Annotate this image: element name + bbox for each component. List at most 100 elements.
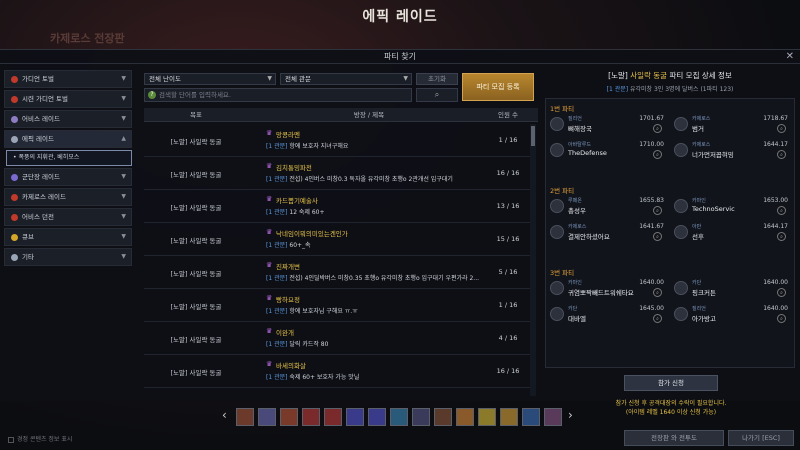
row-title-text: 전섭) 4인딜박버스 미창0.35 초행o 유각미창 초행o 입구대기 우편가라… [289, 275, 480, 282]
reset-button[interactable]: 초기화 [416, 73, 458, 85]
item-slot-icon[interactable] [456, 408, 474, 426]
search-icon[interactable]: ⌕ [777, 150, 786, 159]
sidebar-item[interactable]: 가디언 토벌 ▼ [4, 70, 132, 88]
row-target: [노말] 사일락 동굴 [170, 336, 222, 344]
item-slot-icon[interactable] [346, 408, 364, 426]
sidebar-item-label: 어비스 던전 [22, 213, 54, 221]
member-class: 질리언 [568, 116, 582, 122]
abyss-raid-icon [11, 115, 18, 123]
chevron-left-icon[interactable]: ‹ [222, 408, 227, 422]
search-icon[interactable]: ⌕ [653, 288, 662, 297]
item-slot-icon[interactable] [522, 408, 540, 426]
difficulty-select[interactable]: 전체 난이도 ▼ [144, 73, 276, 85]
table-row[interactable]: [노말] 사일락 동굴 ♛ 김치통밍파전 [1 관문] 전섭) 4인버스 미창0… [144, 157, 530, 190]
search-icon[interactable]: ⌕ [653, 206, 662, 215]
member-item-level: 1641.67 [639, 223, 664, 230]
item-slot-icon[interactable] [412, 408, 430, 426]
party-member[interactable]: 카제로스 너가먼저꼽혀밍 1644.17 ⌕ [674, 141, 792, 163]
sidebar-item[interactable]: 어비스 레이드 ▼ [4, 110, 132, 128]
class-icon [550, 307, 564, 321]
sidebar-item[interactable]: 큐브 ▼ [4, 228, 132, 246]
chevron-down-icon: ▼ [121, 115, 126, 122]
item-slot-icon[interactable] [390, 408, 408, 426]
party-member[interactable]: 카단 대바엘 1645.00 ⌕ [550, 305, 668, 327]
column-header-title: 방장 / 제목 [353, 111, 385, 119]
search-icon[interactable]: ⌕ [777, 206, 786, 215]
search-icon[interactable]: ⌕ [653, 232, 662, 241]
party-member[interactable]: 카마인 TechnoServic 1653.00 ⌕ [674, 197, 792, 219]
party-member[interactable]: 카마인 귀염뽀짝빼드트워쉐타요 1640.00 ⌕ [550, 279, 668, 301]
table-row[interactable]: [노말] 사일락 동굴 ♛ 빵하요정 [1 관문] 항에 보호자님 구해요 ㅠ.… [144, 289, 530, 322]
item-slot-icon[interactable] [236, 408, 254, 426]
party-member[interactable]: 카제로스 결제안하셨어요 1641.67 ⌕ [550, 223, 668, 245]
party-member[interactable]: 카제로스 범거 1718.67 ⌕ [674, 115, 792, 137]
help-icon: ? [148, 91, 156, 99]
search-button[interactable]: ⌕ [416, 88, 458, 102]
sidebar-item[interactable]: 군단장 레이드 ▼ [4, 168, 132, 186]
class-icon [550, 117, 564, 131]
search-icon[interactable]: ⌕ [777, 314, 786, 323]
search-icon[interactable]: ⌕ [653, 314, 662, 323]
item-slot-icon[interactable] [324, 408, 342, 426]
gate-select[interactable]: 전체 관문 ▼ [280, 73, 412, 85]
table-row[interactable]: [노말] 사일락 동굴 ♛ 이완개 [1 관문] 달릭 카드작 80 4 / 1… [144, 322, 530, 355]
party-member[interactable]: 아만 선후 1644.17 ⌕ [674, 223, 792, 245]
row-target: [노말] 사일락 동굴 [170, 171, 222, 179]
member-class: 카제로스 [692, 116, 711, 122]
member-class: 카마인 [692, 198, 706, 204]
detail-dungeon: 사일락 동굴 [630, 71, 668, 80]
checkbox-box[interactable] [8, 436, 14, 443]
abyss-dungeon-icon [11, 213, 18, 221]
sidebar-item[interactable]: 어비스 던전 ▼ [4, 208, 132, 226]
party-member[interactable]: 루페온 총성우 1655.83 ⌕ [550, 197, 668, 219]
search-icon[interactable]: ⌕ [653, 124, 662, 133]
table-row[interactable]: [노말] 사일락 동굴 ♛ 바세의화살 [1 관문] 숙제 60+ 보호자 가능… [144, 355, 530, 388]
item-slot-icon[interactable] [478, 408, 496, 426]
sidebar-item[interactable]: 시련 가디언 토벌 ▼ [4, 90, 132, 108]
row-title: [1 관문] 12 숙제 60+ [266, 207, 486, 216]
party-member[interactable]: 질리언 아가방고 1640.00 ⌕ [674, 305, 792, 327]
gate-select-value: 전체 관문 [285, 75, 311, 83]
close-icon[interactable]: ✕ [786, 51, 794, 62]
search-icon[interactable]: ⌕ [777, 232, 786, 241]
sidebar-item[interactable]: 기타 ▼ [4, 248, 132, 266]
detail-subtitle: [1 관문] 유각미창 3인 3명에 달버스 (1파티 123) [545, 84, 795, 94]
item-slot-icon[interactable] [544, 408, 562, 426]
item-slot-icon[interactable] [368, 408, 386, 426]
apply-notice-line2: (아이템 레벨 1640 이상 신청 가능) [625, 409, 717, 416]
table-row[interactable]: [노말] 사일락 동굴 ♛ 카드뽑기예술사 [1 관문] 12 숙제 60+ 1… [144, 190, 530, 223]
member-item-level: 1640.00 [763, 305, 788, 312]
apply-button[interactable]: 참가 신청 [624, 375, 718, 391]
row-leader: 김치통밍파전 [276, 164, 312, 172]
search-icon[interactable]: ⌕ [653, 150, 662, 159]
row-count: 1 / 16 [498, 301, 518, 309]
commander-raid-icon [11, 173, 18, 181]
sidebar-item[interactable]: 카제로스 레이드 ▼ [4, 188, 132, 206]
item-slot-icon[interactable] [434, 408, 452, 426]
member-item-level: 1640.00 [639, 279, 664, 286]
search-icon[interactable]: ⌕ [777, 124, 786, 133]
party-member[interactable]: 아바탈루드 TheDefense 1710.00 ⌕ [550, 141, 668, 163]
party-member[interactable]: 질리언 뼈해장국 1701.67 ⌕ [550, 115, 668, 137]
item-slot-icon[interactable] [302, 408, 320, 426]
item-slot-icon[interactable] [280, 408, 298, 426]
table-row[interactable]: [노말] 사일락 동굴 ♛ 낙네임이뭐의미있는겐인가 [1 관문] 60+_속 … [144, 223, 530, 256]
sidebar-item[interactable]: 에픽 레이드 ▲ [4, 130, 132, 148]
sidebar-sub-item[interactable]: • 폭풍의 지휘관, 베히모스 [6, 150, 132, 166]
battle-button[interactable]: 전장판 와 전투도 [624, 430, 724, 446]
scrollbar-thumb[interactable] [531, 126, 535, 146]
epic-raid-icon [11, 135, 18, 143]
member-item-level: 1644.17 [763, 223, 788, 230]
item-slot-icon[interactable] [258, 408, 276, 426]
table-row[interactable]: [노말] 사일락 동굴 ♛ 진짜개변 [1 관문] 전섭) 4인딜박버스 미창0… [144, 256, 530, 289]
exit-button[interactable]: 나가기 [ESC] [728, 430, 794, 446]
table-row[interactable]: [노말] 사일락 동굴 ♛ 망콩라멘 [1 관문] 항에 보호자 지녀구해요 1… [144, 124, 530, 157]
search-input[interactable]: ? 검색할 단어를 입력하세요. [144, 88, 412, 102]
chevron-right-icon[interactable]: › [568, 408, 573, 422]
recruit-party-button[interactable]: 파티 모집 등록 [462, 73, 534, 101]
info-checkbox[interactable]: 경정 콘텐츠 정보 표시 [8, 434, 72, 443]
item-slot-icon[interactable] [500, 408, 518, 426]
search-icon[interactable]: ⌕ [777, 288, 786, 297]
party-member[interactable]: 카단 핑크커튼 1640.00 ⌕ [674, 279, 792, 301]
list-scrollbar[interactable] [530, 124, 536, 396]
